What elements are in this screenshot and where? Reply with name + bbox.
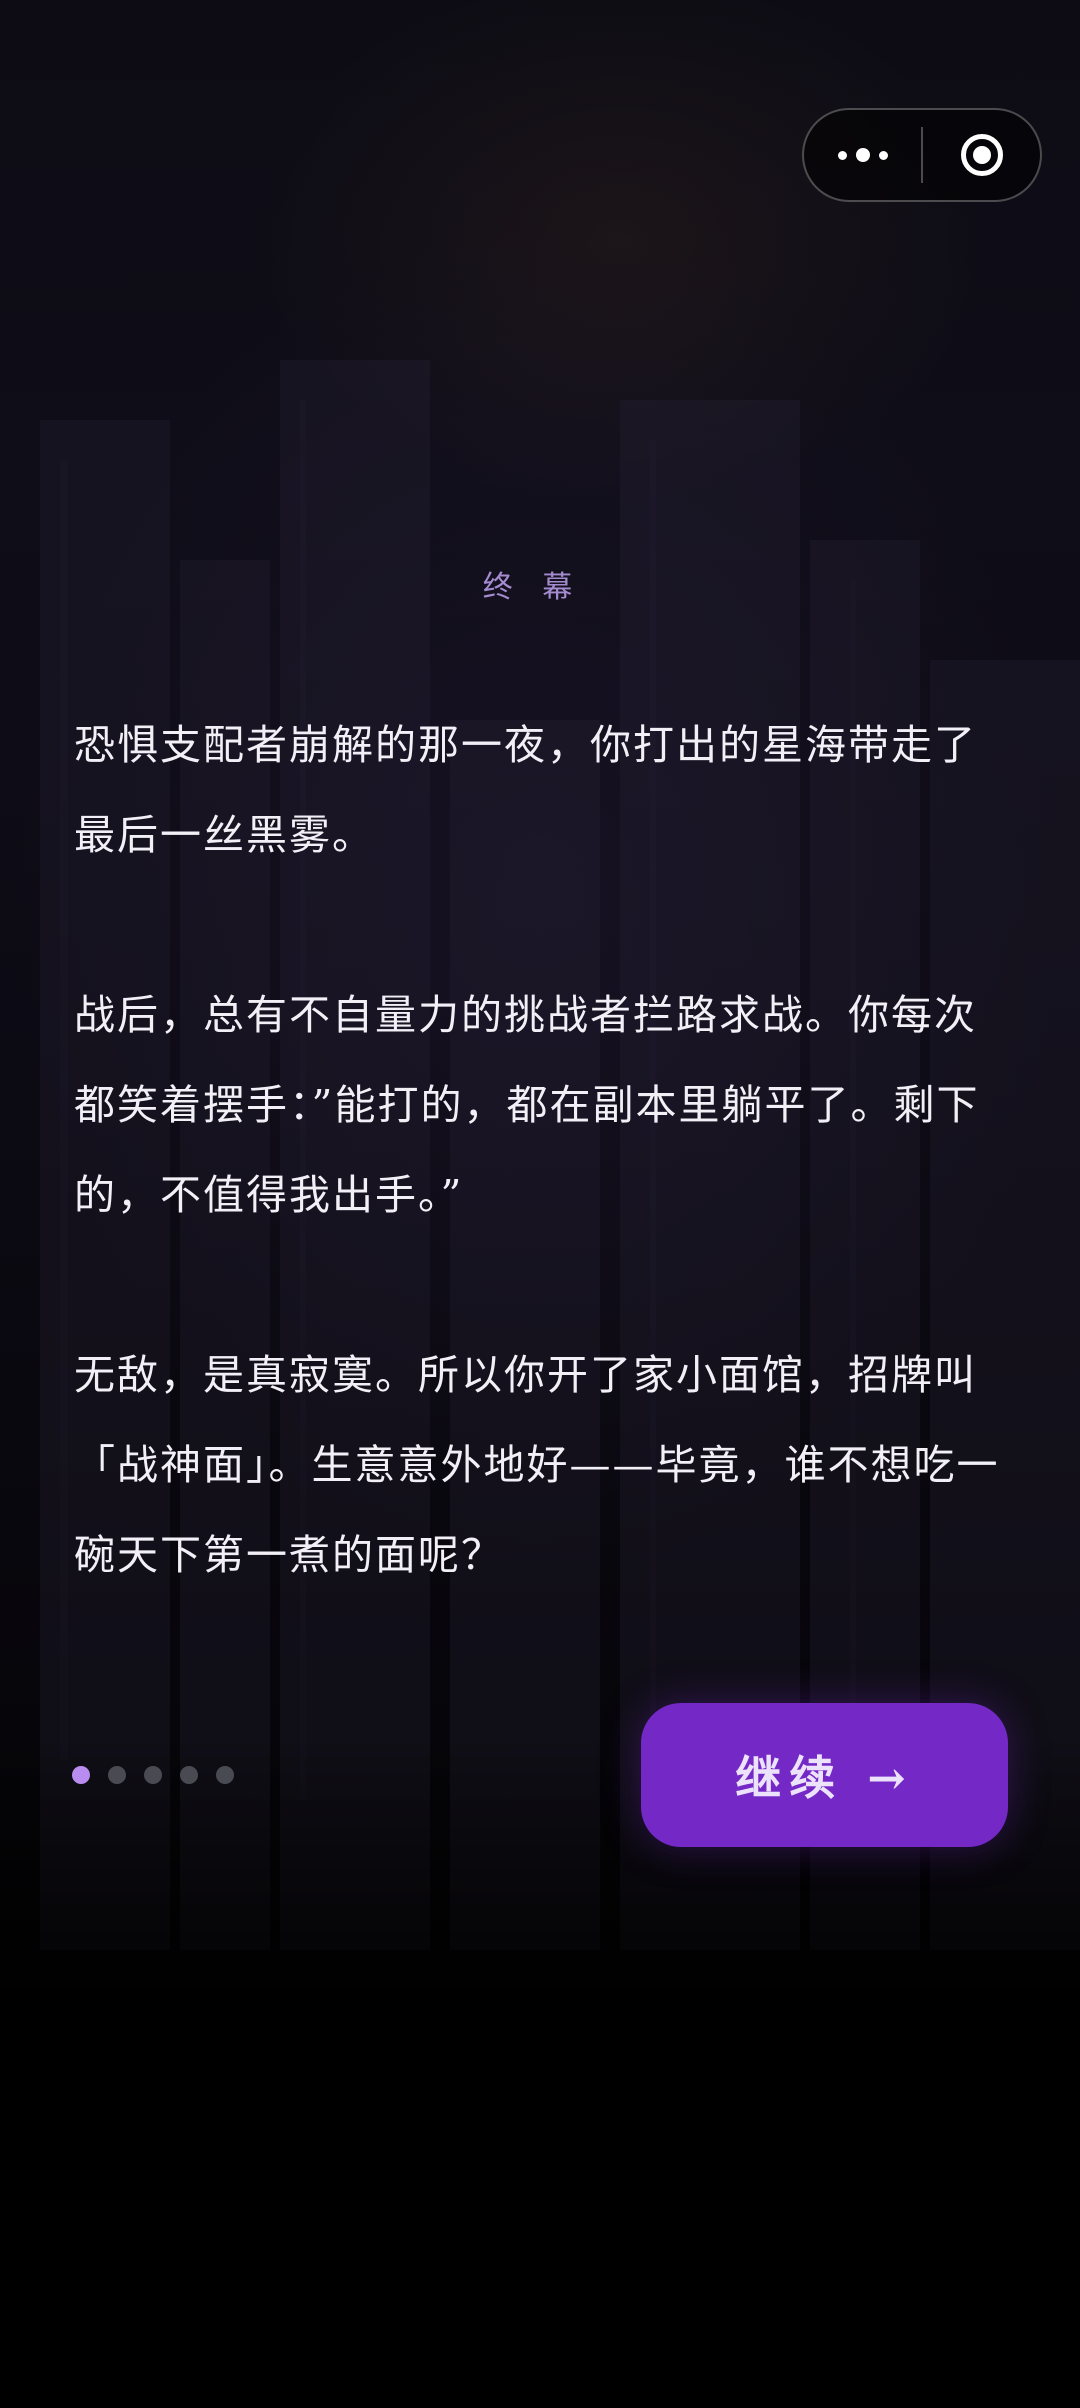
page-dot bbox=[144, 1766, 162, 1784]
continue-button[interactable]: 继续 → bbox=[641, 1703, 1008, 1847]
miniprogram-capsule bbox=[802, 108, 1042, 202]
more-dots-icon bbox=[837, 148, 888, 162]
story-paragraph: 恐惧支配者崩解的那一夜，你打出的星海带走了最后一丝黑雾。 bbox=[74, 721, 977, 859]
page-indicator bbox=[72, 1766, 234, 1784]
page-dot bbox=[216, 1766, 234, 1784]
story-text: 恐惧支配者崩解的那一夜，你打出的星海带走了最后一丝黑雾。 战后，总有不自量力的挑… bbox=[74, 700, 1014, 1600]
story-paragraph: 战后，总有不自量力的挑战者拦路求战。你每次都笑着摆手：”能打的，都在副本里躺平了… bbox=[74, 991, 980, 1219]
more-button[interactable] bbox=[804, 110, 921, 200]
story-paragraph: 无敌，是真寂寞。所以你开了家小面馆，招牌叫「战神面」。生意意外地好——毕竟，谁不… bbox=[74, 1351, 1000, 1579]
page-dot bbox=[180, 1766, 198, 1784]
close-circle-icon bbox=[960, 134, 1003, 176]
chapter-title: 终 幕 bbox=[482, 570, 583, 605]
story-screen: 终 幕 恐惧支配者崩解的那一夜，你打出的星海带走了最后一丝黑雾。 战后，总有不自… bbox=[0, 0, 1080, 2408]
page-dot bbox=[108, 1766, 126, 1784]
close-button[interactable] bbox=[923, 110, 1040, 200]
page-dot-active bbox=[72, 1766, 90, 1784]
